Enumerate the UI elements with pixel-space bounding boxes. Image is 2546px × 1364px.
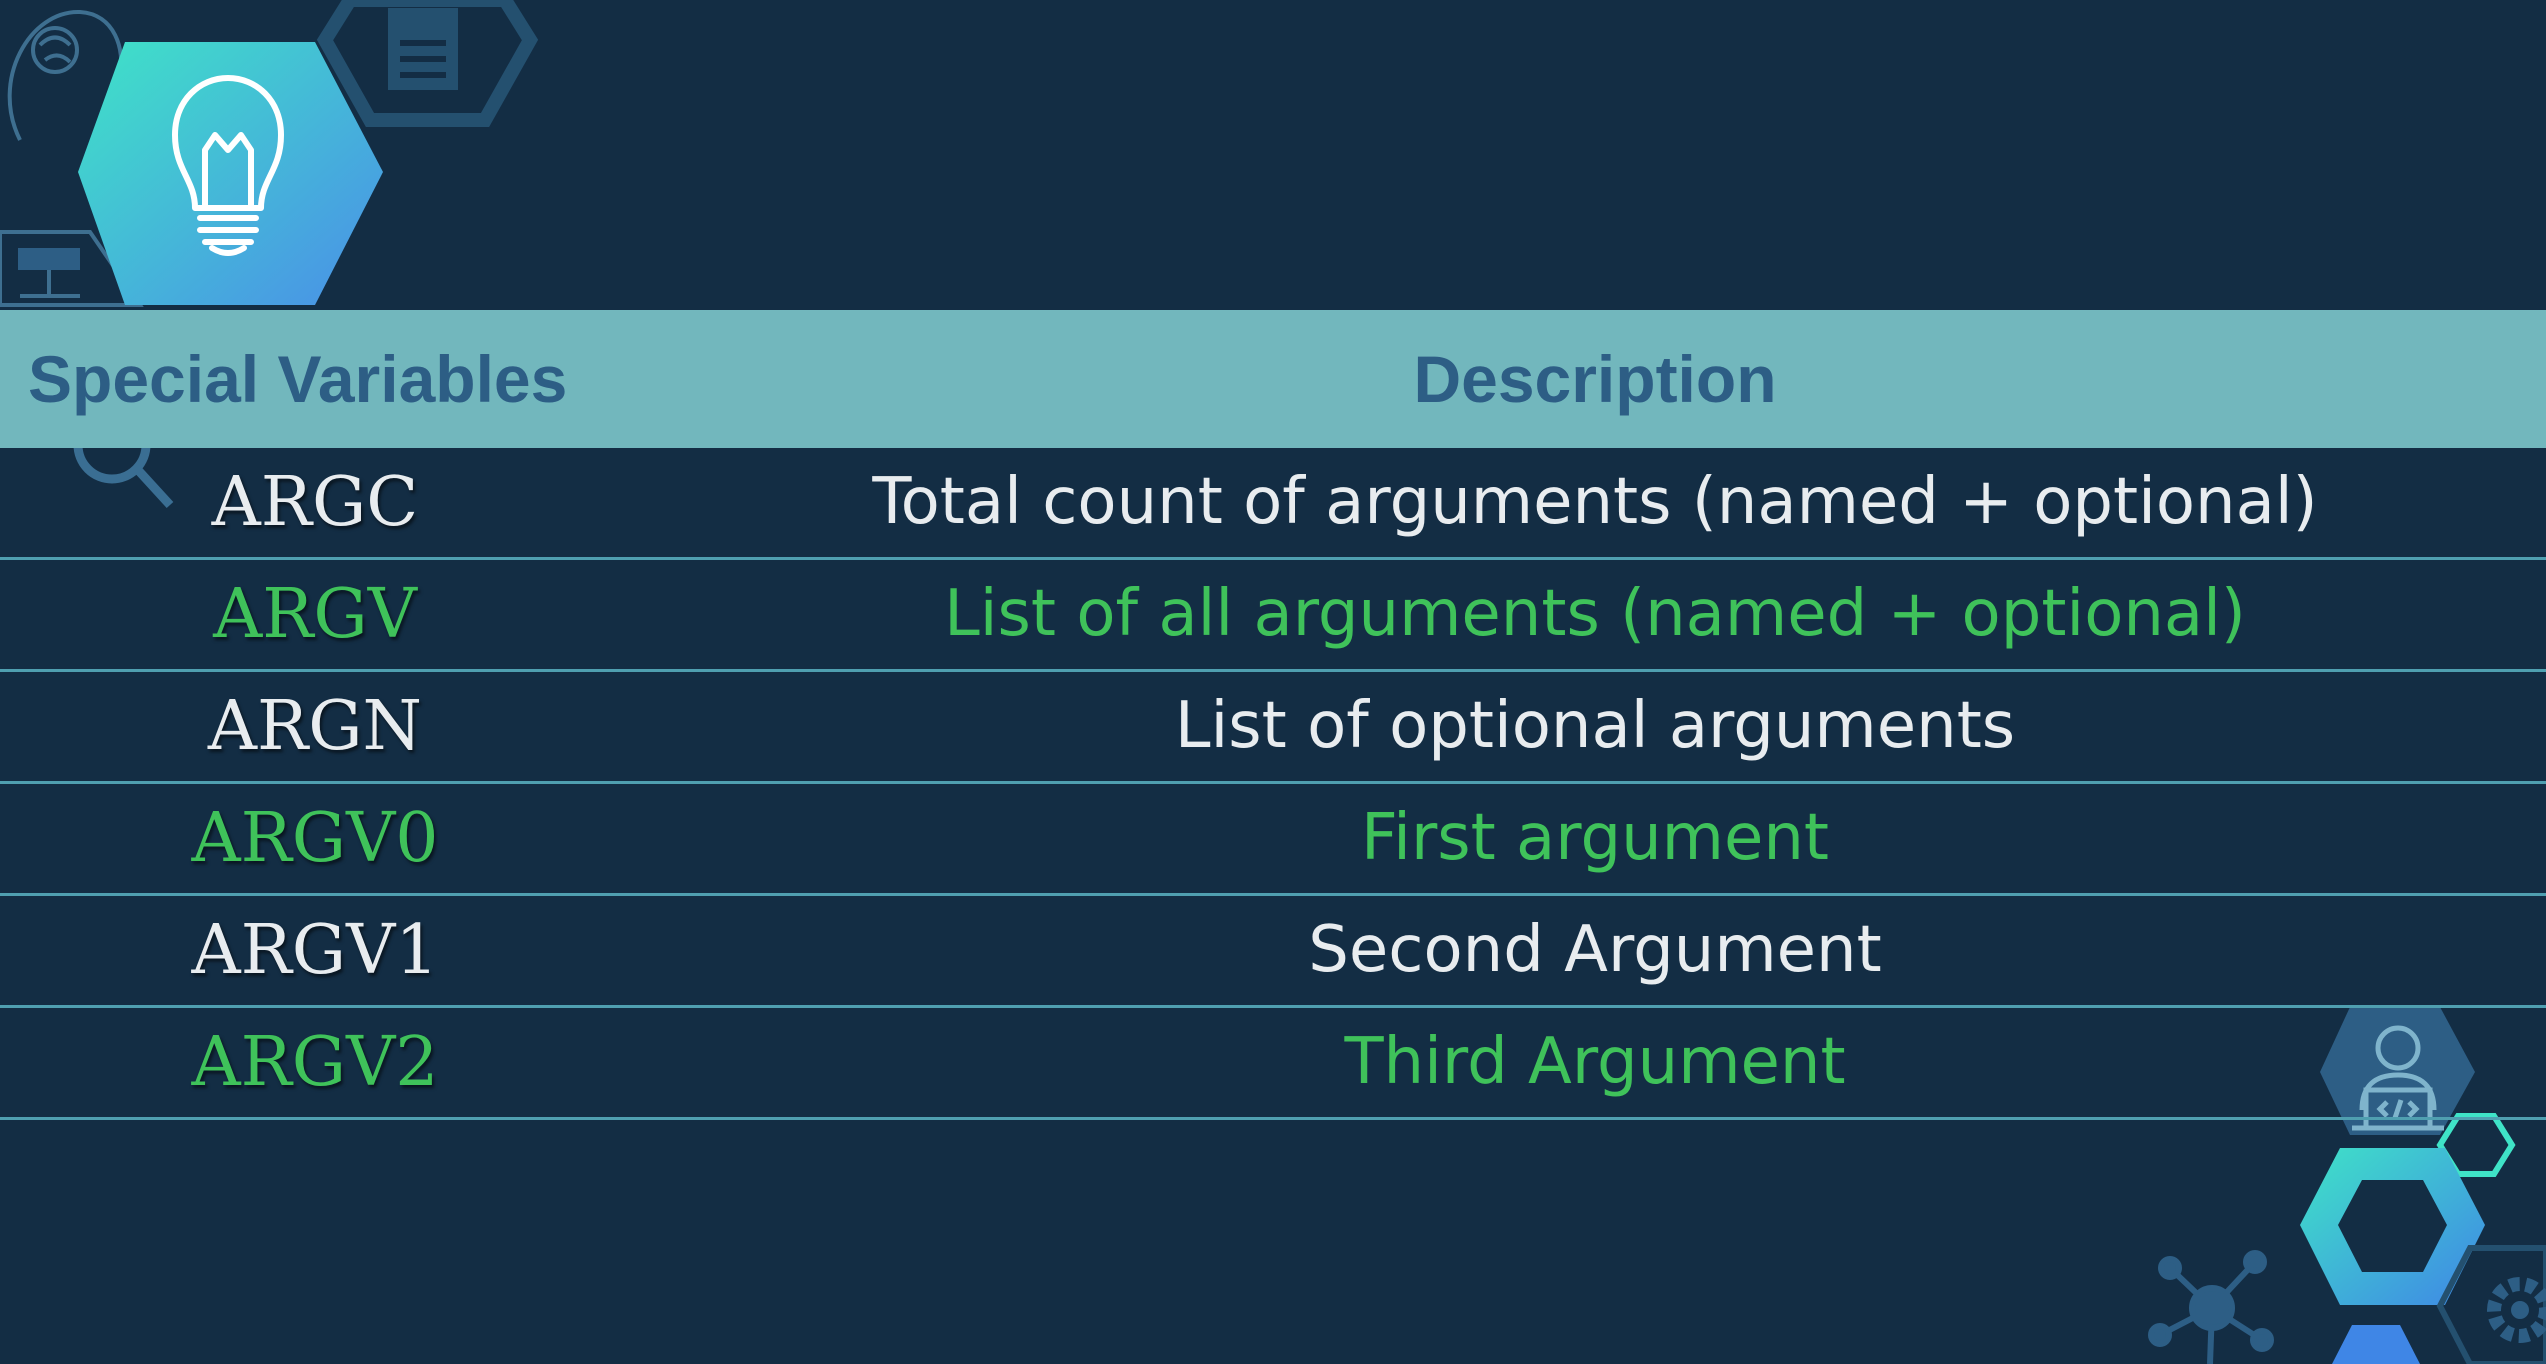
table-row: ARGV1 Second Argument [0,896,2546,1008]
flowchart-icon [0,230,144,307]
table-row: ARGN List of optional arguments [0,672,2546,784]
variable-name: ARGN [207,687,423,766]
small-hexagon-icon [2436,1113,2516,1177]
brain-head-icon [7,9,135,150]
table-header-row: Special Variables Description [0,310,2546,448]
table-row: ARGV2 Third Argument [0,1008,2546,1120]
variable-description: List of optional arguments [1174,689,2016,763]
variable-description: First argument [1361,801,1829,875]
variable-name: ARGC [211,463,419,542]
header-special-variables: Special Variables [28,342,568,416]
document-icon [316,0,539,127]
header-description: Description [1413,342,1777,416]
table-row: ARGC Total count of arguments (named + o… [0,448,2546,560]
table-row: ARGV List of all arguments (named + opti… [0,560,2546,672]
variable-name: ARGV0 [191,799,439,878]
variable-description: List of all arguments (named + optional) [944,577,2246,651]
large-hexagon-icon [2300,1148,2485,1364]
variable-description: Third Argument [1344,1025,1846,1099]
variable-description: Total count of arguments (named + option… [872,465,2318,539]
variable-name: ARGV1 [191,911,439,990]
special-variables-table: Special Variables Description ARGC Total… [0,310,2546,1120]
variable-name: ARGV2 [191,1023,439,1102]
gear-icon [2436,1245,2546,1364]
variable-description: Second Argument [1308,913,1882,987]
network-icon [2148,1250,2274,1364]
table-row: ARGV0 First argument [0,784,2546,896]
variable-name: ARGV [213,575,417,654]
lightbulb-icon [78,42,383,305]
